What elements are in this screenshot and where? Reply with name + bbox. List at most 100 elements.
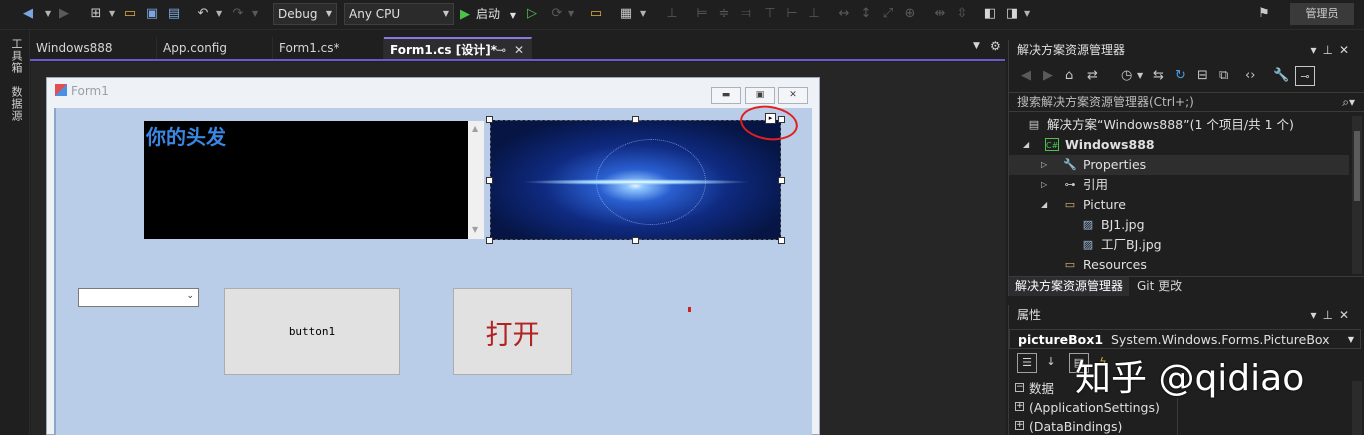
resize-handle[interactable] (486, 116, 493, 123)
tree-item-properties[interactable]: ▷ 🔧 Properties (1009, 155, 1349, 175)
tree-item-file[interactable]: ▨ 工厂BJ.jpg (1009, 235, 1349, 255)
pin-icon[interactable]: ⊥ (1322, 308, 1338, 322)
resize-handle[interactable] (486, 177, 493, 184)
tab-form1-cs[interactable]: Form1.cs* (273, 37, 384, 59)
collapse-toggle-icon[interactable]: ▷ (1041, 155, 1047, 175)
tree-item-file[interactable]: ▨ BJ1.jpg (1009, 215, 1349, 235)
property-row[interactable]: + (ApplicationSettings) (1009, 398, 1349, 417)
same-size-icon[interactable]: ⤢ (880, 6, 896, 22)
refresh-icon[interactable]: ↻ (1175, 66, 1186, 86)
close-icon[interactable]: ✕ (1339, 43, 1355, 57)
admin-badge[interactable]: 管理员 (1290, 3, 1354, 25)
save-icon[interactable]: ▣ (144, 6, 160, 22)
align-right-icon[interactable]: ⫤ (738, 6, 754, 22)
new-item-icon[interactable]: ⊞ (88, 6, 104, 22)
properties-scrollbar[interactable] (1352, 381, 1362, 435)
rich-text-box[interactable]: 你的头发 ▲ ▼ (144, 121, 484, 239)
back-dropdown-icon[interactable]: ▼ (45, 6, 51, 22)
layout-dropdown-icon[interactable]: ▼ (640, 6, 646, 22)
combo-box[interactable]: ⌄ (78, 288, 199, 307)
tab-list-dropdown-icon[interactable]: ▼ (973, 41, 980, 51)
solution-scrollbar[interactable] (1352, 116, 1362, 274)
maximize-button[interactable]: ▣ (745, 87, 775, 104)
scroll-thumb[interactable] (1354, 131, 1360, 201)
tree-item-references[interactable]: ▷ ⊶ 引用 (1009, 175, 1349, 195)
preview-selected-icon[interactable]: ⊸ (1295, 66, 1315, 86)
start-dropdown-icon[interactable]: ▼ (510, 11, 516, 20)
minimize-button[interactable]: ▬ (711, 87, 741, 104)
undo-icon[interactable]: ↶ (195, 6, 211, 22)
scroll-down-icon[interactable]: ▼ (472, 225, 478, 234)
tab-git-changes[interactable]: Git 更改 (1131, 277, 1188, 296)
button1[interactable]: button1 (224, 288, 400, 375)
gear-icon[interactable]: ⚙ (990, 39, 1001, 53)
vertical-spacing-icon[interactable]: ⇳ (954, 6, 970, 22)
expand-icon[interactable]: + (1015, 421, 1024, 430)
scroll-up-icon[interactable]: ▲ (472, 124, 478, 133)
panel-menu-icon[interactable]: ▾ (1310, 308, 1322, 322)
save-all-icon[interactable]: ▤ (166, 6, 182, 22)
resize-handle[interactable] (778, 177, 785, 184)
pin-icon[interactable]: ⊸ (496, 39, 506, 61)
tab-form1-designer[interactable]: Form1.cs [设计]* ⊸ ✕ (384, 37, 532, 59)
expand-toggle-icon[interactable]: ◢ (1023, 135, 1029, 155)
forward-icon[interactable]: ▶ (1043, 66, 1053, 86)
collapse-icon[interactable]: − (1015, 383, 1024, 392)
browse-folder-icon[interactable]: ▭ (588, 6, 604, 22)
tab-app-config[interactable]: App.config (157, 37, 273, 59)
panel-menu-icon[interactable]: ▾ (1310, 43, 1322, 57)
align-left-icon[interactable]: ⊨ (694, 6, 710, 22)
properties-wrench-icon[interactable]: 🔧 (1273, 66, 1289, 86)
align-bottom-icon[interactable]: ⊥ (806, 6, 822, 22)
categorized-icon[interactable]: ☰ (1017, 353, 1037, 373)
start-button[interactable]: ▶ 启动 ▼ (460, 4, 516, 24)
tree-item-resources-folder[interactable]: ▭ Resources (1009, 255, 1349, 275)
tab-windows888[interactable]: Windows888 (30, 37, 157, 59)
property-row[interactable]: + (DataBindings) (1009, 417, 1349, 435)
collapse-all-icon[interactable]: ⊟ (1197, 66, 1208, 86)
alphabetical-icon[interactable]: ↓ (1041, 353, 1061, 373)
send-to-back-icon[interactable]: ◨ (1004, 6, 1020, 22)
align-middle-icon[interactable]: ⊢ (784, 6, 800, 22)
back-icon[interactable]: ◀ (1021, 66, 1031, 86)
bring-to-front-icon[interactable]: ◧ (982, 6, 998, 22)
new-item-dropdown-icon[interactable]: ▼ (109, 6, 115, 22)
home-icon[interactable]: ⌂ (1065, 66, 1073, 86)
picture-box[interactable] (490, 120, 781, 240)
object-selector[interactable]: pictureBox1 System.Windows.Forms.Picture… (1009, 329, 1361, 349)
tree-item-project[interactable]: ◢ C# Windows888 (1009, 135, 1349, 155)
size-to-grid-icon[interactable]: ⊕ (902, 6, 918, 22)
config-select[interactable]: Debug ▼ (273, 3, 337, 25)
switch-views-icon[interactable]: ⇄ (1087, 66, 1098, 86)
datasource-tab[interactable]: 数据源 (8, 86, 24, 122)
pending-changes-dropdown-icon[interactable]: ▼ (1137, 66, 1143, 86)
expand-toggle-icon[interactable]: ◢ (1041, 195, 1047, 215)
horizontal-spacing-icon[interactable]: ⇹ (932, 6, 948, 22)
code-view-icon[interactable]: ‹› (1245, 66, 1255, 86)
tree-item-picture-folder[interactable]: ◢ ▭ Picture (1009, 195, 1349, 215)
close-icon[interactable]: ✕ (1339, 308, 1355, 322)
solution-search-input[interactable]: 搜索解决方案资源管理器(Ctrl+;) ⌕▾ (1009, 92, 1364, 112)
hot-reload-icon[interactable]: ⟳ (549, 6, 565, 22)
toolbar-overflow-icon[interactable]: ▼ (1024, 6, 1030, 22)
open-folder-icon[interactable]: ▭ (122, 6, 138, 22)
tree-item-solution[interactable]: ▤ 解决方案“Windows888”(1 个项目/共 1 个) (1009, 115, 1349, 135)
show-all-files-icon[interactable]: ⧉ (1219, 66, 1228, 86)
sync-icon[interactable]: ⇆ (1153, 66, 1164, 86)
platform-select[interactable]: Any CPU ▼ (344, 3, 454, 25)
rich-text-scrollbar[interactable]: ▲ ▼ (468, 121, 484, 239)
hot-reload-dropdown-icon[interactable]: ▼ (568, 6, 574, 22)
property-category-data[interactable]: − 数据 (1009, 379, 1349, 398)
resize-handle[interactable] (632, 116, 639, 123)
pin-icon[interactable]: ⊥ (1322, 43, 1338, 57)
resize-handle[interactable] (778, 237, 785, 244)
align-top-icon[interactable]: ⊤ (762, 6, 778, 22)
redo-icon[interactable]: ↷ (230, 6, 246, 22)
close-button[interactable]: ✕ (778, 87, 808, 104)
open-button[interactable]: 打开 (453, 288, 572, 375)
live-share-icon[interactable]: ⚑ (1256, 6, 1272, 22)
resize-handle[interactable] (486, 237, 493, 244)
forward-icon[interactable]: ▶ (56, 6, 72, 22)
toolbox-tab[interactable]: 工具箱 (8, 38, 24, 74)
align-center-icon[interactable]: ≑ (716, 6, 732, 22)
